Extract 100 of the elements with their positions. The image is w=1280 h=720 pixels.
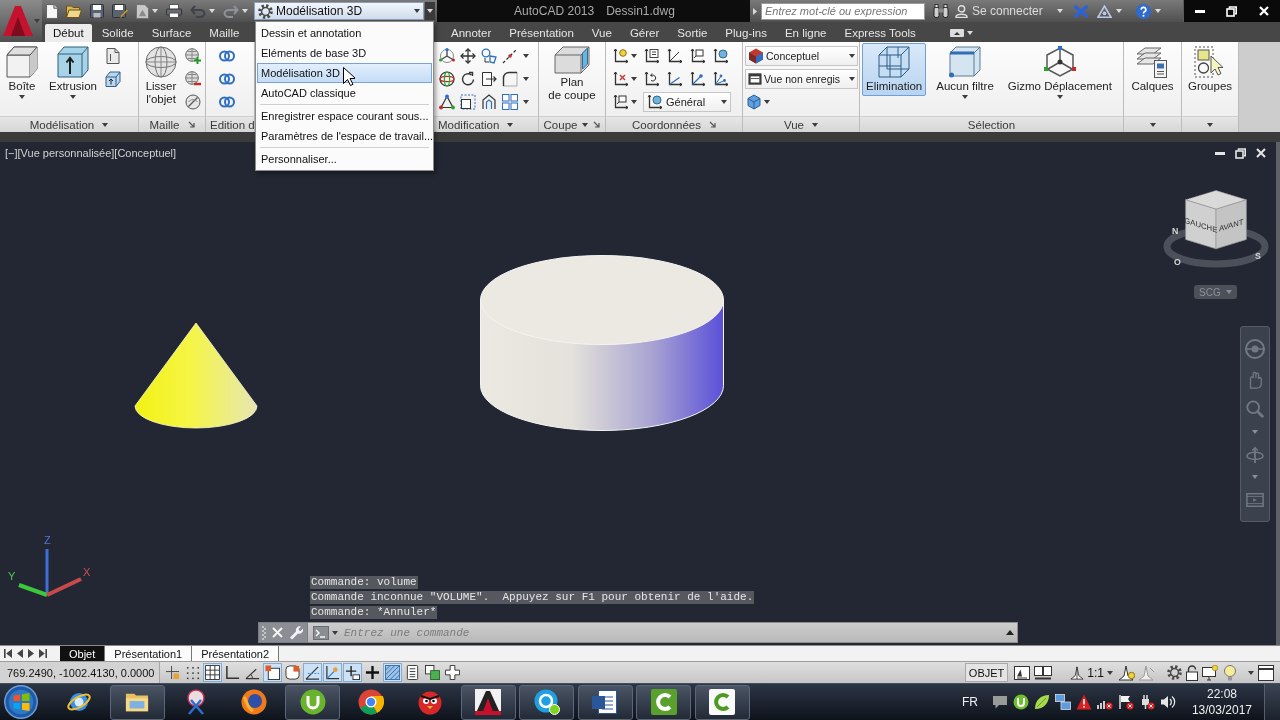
culling-toggle-button[interactable]: Elimination bbox=[862, 43, 927, 96]
axes-frame-icon[interactable] bbox=[613, 94, 629, 110]
ribbon-tab[interactable]: En ligne bbox=[776, 24, 835, 42]
caret-icon[interactable] bbox=[209, 9, 215, 13]
gizmo-button[interactable]: Gizmo Déplacement bbox=[1003, 43, 1116, 102]
language-indicator[interactable]: FR bbox=[961, 695, 978, 709]
caret-icon[interactable] bbox=[523, 54, 529, 58]
caret-icon[interactable] bbox=[152, 9, 158, 13]
caret-icon[interactable] bbox=[631, 54, 637, 58]
window-icon[interactable] bbox=[1258, 664, 1274, 681]
panel-title-button[interactable]: Edition d bbox=[206, 116, 254, 132]
caret-icon[interactable] bbox=[523, 77, 529, 81]
status-toggle-button[interactable] bbox=[263, 663, 282, 682]
speaker-icon[interactable] bbox=[1159, 694, 1176, 710]
restore-icon[interactable] bbox=[1226, 5, 1238, 17]
rotate-icon[interactable] bbox=[460, 71, 476, 87]
status-toggle-button[interactable] bbox=[163, 663, 182, 682]
status-toggle-button[interactable] bbox=[223, 663, 242, 682]
restore-icon[interactable] bbox=[1235, 147, 1246, 159]
previous-icon[interactable] bbox=[17, 649, 23, 658]
sphere-plus-icon[interactable] bbox=[185, 48, 201, 64]
cube-icon[interactable] bbox=[746, 94, 762, 110]
status-toggle-button[interactable] bbox=[303, 663, 322, 682]
caret-up-icon[interactable] bbox=[1006, 630, 1014, 635]
round-logo-icon[interactable] bbox=[1012, 694, 1029, 710]
speech-bubble-icon[interactable] bbox=[991, 694, 1008, 710]
minimize-icon[interactable] bbox=[1194, 9, 1205, 13]
binoculars-icon[interactable] bbox=[933, 4, 949, 18]
gear-icon[interactable] bbox=[1167, 665, 1182, 680]
ribbon-tab[interactable]: Début bbox=[45, 24, 92, 42]
start-orb-icon[interactable] bbox=[4, 685, 38, 719]
layout-tab[interactable]: Présentation1 bbox=[105, 646, 193, 661]
stretch-icon[interactable] bbox=[481, 71, 497, 87]
triangle-icon[interactable] bbox=[1096, 4, 1112, 18]
axes-undo-icon[interactable] bbox=[644, 71, 660, 87]
two-panes-icon[interactable] bbox=[1034, 664, 1053, 681]
sign-in-button[interactable]: Se connecter bbox=[955, 4, 1043, 18]
filter-button[interactable]: Aucun filtre bbox=[932, 43, 998, 102]
printer-icon[interactable] bbox=[166, 4, 182, 18]
smooth-object-button[interactable]: Lisser l'objet bbox=[141, 43, 181, 109]
floppy-pencil-icon[interactable] bbox=[112, 3, 128, 19]
axes-globe-icon[interactable] bbox=[713, 48, 729, 64]
shapes-icon[interactable] bbox=[481, 48, 497, 64]
expand-arrow-icon[interactable] bbox=[753, 7, 757, 15]
status-toggle-button[interactable] bbox=[363, 663, 382, 682]
lock-icon[interactable] bbox=[1186, 664, 1198, 681]
sphere-minus-icon[interactable] bbox=[185, 71, 201, 87]
scale-square-icon[interactable] bbox=[460, 94, 476, 110]
status-toggle-button[interactable] bbox=[343, 663, 362, 682]
overlapping-rings-icon[interactable] bbox=[219, 50, 235, 62]
screen-icon[interactable] bbox=[949, 29, 964, 37]
layout-preview-icon[interactable] bbox=[1014, 664, 1031, 681]
status-toggle-button[interactable] bbox=[203, 663, 222, 682]
ribbon-tab[interactable]: Maille bbox=[201, 24, 248, 42]
grip-icon[interactable] bbox=[262, 625, 266, 640]
folded-sheet-icon[interactable] bbox=[104, 48, 121, 64]
status-toggle-button[interactable] bbox=[423, 663, 442, 682]
caret-icon[interactable] bbox=[523, 100, 529, 104]
caret-icon[interactable] bbox=[966, 31, 973, 35]
taskbar-button[interactable] bbox=[636, 684, 691, 720]
groups-button[interactable]: Groupes bbox=[1183, 43, 1237, 96]
status-toggle-button[interactable] bbox=[383, 663, 402, 682]
caret-icon[interactable] bbox=[242, 9, 248, 13]
section-plane-button[interactable]: Plan de coupe bbox=[544, 43, 600, 105]
ribbon-tab[interactable]: Annoter bbox=[443, 24, 500, 42]
rounded-corner-icon[interactable] bbox=[502, 71, 518, 87]
caret-icon[interactable] bbox=[1115, 9, 1122, 13]
layout-tab[interactable]: Présentation2 bbox=[192, 646, 280, 661]
folder-icon[interactable] bbox=[66, 4, 82, 18]
panel-title-button[interactable]: Vue bbox=[743, 116, 859, 132]
menu-item[interactable]: Enregistrer espace courant sous... bbox=[257, 106, 432, 126]
ribbon-tab[interactable]: Plug-ins bbox=[717, 24, 775, 42]
offset-shape-icon[interactable] bbox=[481, 94, 497, 110]
prompt-icon[interactable] bbox=[313, 625, 329, 640]
visual-style-dropdown[interactable]: Conceptuel bbox=[745, 46, 858, 66]
panel-title-button[interactable]: Modélisation bbox=[0, 116, 138, 132]
warning-icon[interactable] bbox=[1075, 694, 1092, 710]
ribbon-tab[interactable]: Sortie bbox=[669, 24, 716, 42]
clock-date[interactable]: 13/03/2017 bbox=[1191, 702, 1252, 718]
ribbon-tab[interactable]: Solide bbox=[93, 24, 142, 42]
menu-item[interactable]: Personnaliser... bbox=[257, 149, 432, 169]
caret-icon[interactable] bbox=[631, 100, 637, 104]
leaf-icon[interactable] bbox=[1033, 694, 1050, 710]
dashed-line-icon[interactable] bbox=[502, 48, 518, 64]
menu-item[interactable]: Eléments de base 3D bbox=[257, 43, 432, 63]
axes-gizmo-icon[interactable] bbox=[439, 48, 455, 64]
panel-title-button[interactable]: Modification bbox=[434, 116, 538, 132]
flag-icon[interactable] bbox=[1117, 694, 1134, 710]
named-view-dropdown[interactable]: Vue non enregis bbox=[745, 69, 858, 89]
menu-item[interactable]: Dessin et annotation bbox=[257, 23, 432, 43]
ucs-dropdown[interactable]: Général bbox=[643, 92, 731, 112]
cube-arrow-icon[interactable] bbox=[104, 71, 121, 87]
status-toggle-button[interactable] bbox=[323, 663, 342, 682]
ribbon-tab[interactable]: Gérer bbox=[621, 24, 668, 42]
close-icon[interactable] bbox=[1256, 148, 1266, 158]
ribbon-tab[interactable]: Vue bbox=[583, 24, 620, 42]
taskbar-button[interactable] bbox=[519, 684, 574, 720]
panel-title-button[interactable]: Coupe bbox=[539, 116, 605, 132]
overlapping-rings-icon[interactable] bbox=[219, 96, 235, 108]
caret-icon[interactable] bbox=[1154, 9, 1161, 13]
